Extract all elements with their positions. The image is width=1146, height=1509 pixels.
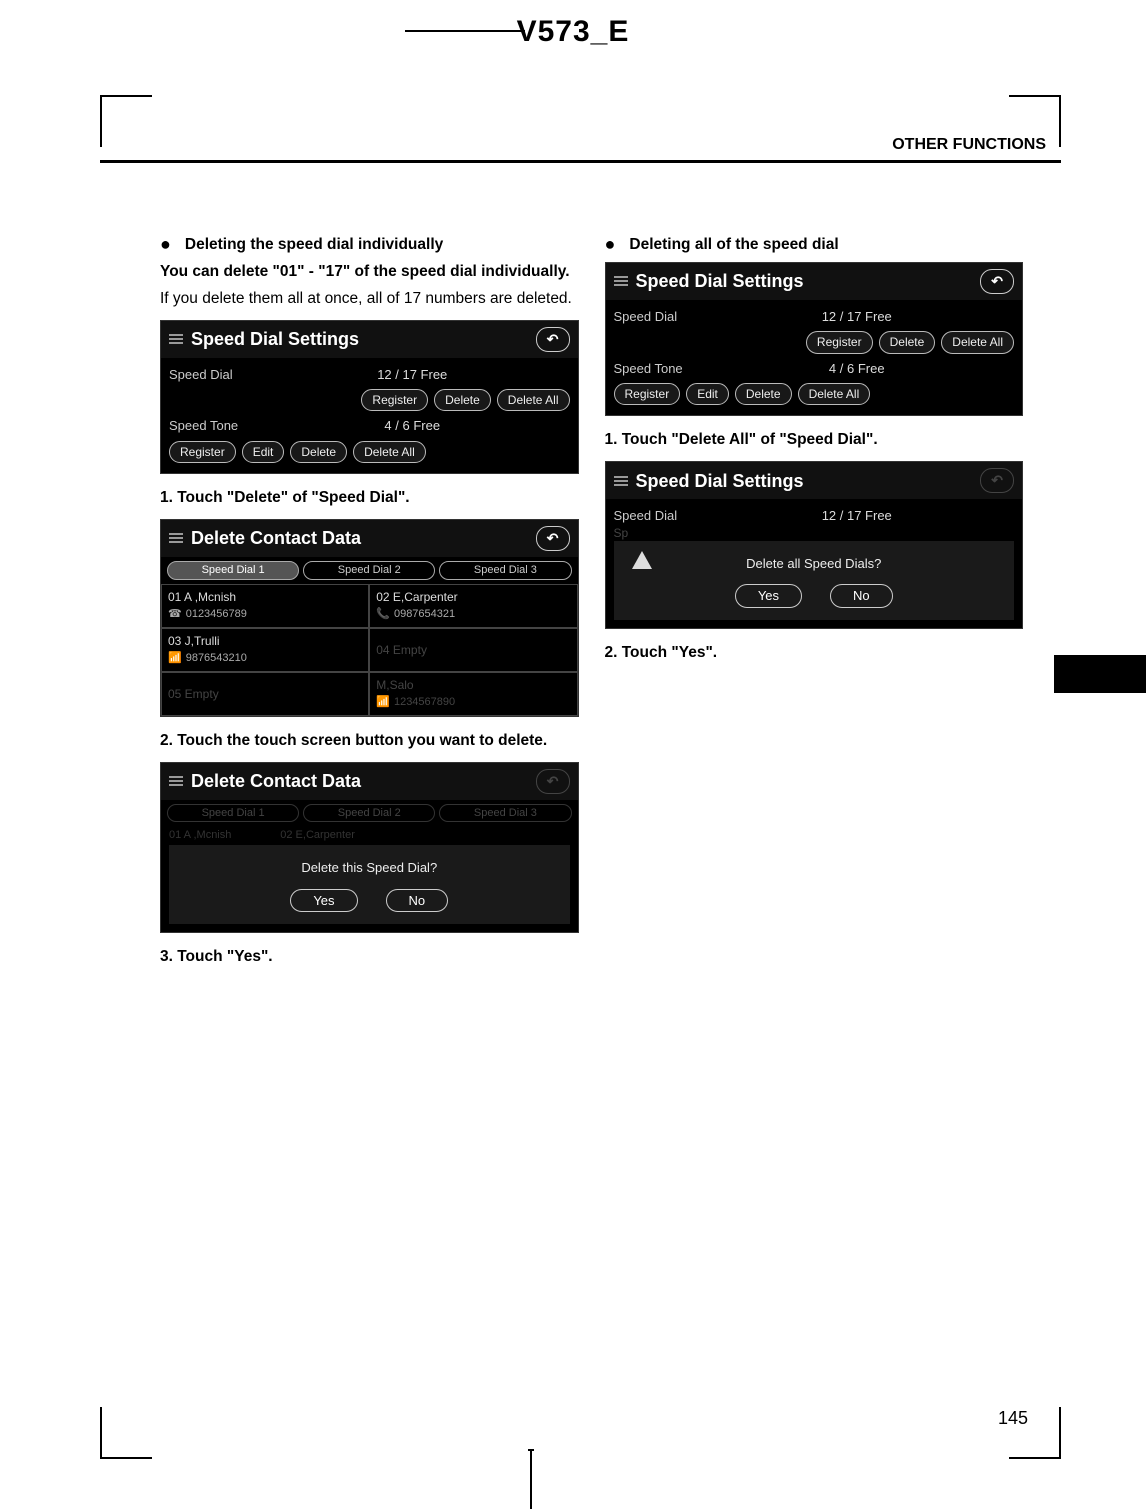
section-header: OTHER FUNCTIONS [892, 136, 1046, 154]
phone-icon: 📶 [376, 695, 390, 710]
list-icon [169, 533, 183, 543]
screenshot-speed-dial-settings: Speed Dial Settings ↶ Speed Dial 12 / 17… [160, 320, 579, 474]
speed-tone-count: 4 / 6 Free [255, 417, 570, 435]
right-step-1: 1. Touch "Delete All" of "Speed Dial". [605, 430, 1022, 451]
left-step-3: 3. Touch "Yes". [160, 947, 577, 968]
document-header: V573_E [0, 15, 1146, 49]
delete-button[interactable]: Delete [735, 383, 792, 405]
panel-title: Speed Dial Settings [636, 469, 804, 493]
contact-cell-empty: 04 Empty [369, 628, 577, 672]
back-icon[interactable]: ↶ [536, 327, 570, 352]
delete-button[interactable]: Delete [434, 389, 491, 411]
delete-button[interactable]: Delete [879, 331, 936, 353]
panel-title: Delete Contact Data [191, 526, 361, 550]
warning-icon [632, 551, 652, 569]
panel-title: Delete Contact Data [191, 769, 361, 793]
register-button[interactable]: Register [169, 441, 236, 463]
speed-dial-label: Speed Dial [169, 366, 249, 384]
left-step-2: 2. Touch the touch screen button you wan… [160, 731, 577, 752]
screenshot-delete-contact-data: Delete Contact Data ↶ Speed Dial 1 Speed… [160, 519, 579, 717]
screenshot-delete-confirm: Delete Contact Data ↶ Speed Dial 1 Speed… [160, 762, 579, 934]
tab-speed-dial-1: Speed Dial 1 [167, 804, 299, 823]
delete-all-button[interactable]: Delete All [353, 441, 426, 463]
side-tab [1054, 655, 1146, 693]
delete-button[interactable]: Delete [290, 441, 347, 463]
edit-button[interactable]: Edit [686, 383, 729, 405]
no-button[interactable]: No [386, 889, 449, 913]
no-button[interactable]: No [830, 584, 893, 608]
tab-speed-dial-2: Speed Dial 2 [303, 804, 435, 823]
register-button[interactable]: Register [614, 383, 681, 405]
delete-all-button[interactable]: Delete All [497, 389, 570, 411]
phone-icon: 📶 [168, 651, 182, 666]
panel-title: Speed Dial Settings [636, 269, 804, 293]
panel-title: Speed Dial Settings [191, 327, 359, 351]
right-bullet-title: Deleting all of the speed dial [629, 235, 1021, 256]
contact-cell: M,Salo 📶1234567890 [369, 672, 577, 716]
speed-tone-label: Speed Tone [169, 417, 249, 435]
delete-all-button[interactable]: Delete All [798, 383, 871, 405]
speed-dial-count: 12 / 17 Free [700, 507, 1015, 525]
screenshot-speed-dial-settings: Speed Dial Settings ↶ Speed Dial 12 / 17… [605, 262, 1024, 416]
tab-speed-dial-1[interactable]: Speed Dial 1 [167, 561, 299, 580]
left-intro-bold: You can delete "01" - "17" of the speed … [160, 262, 577, 283]
back-icon: ↶ [980, 468, 1014, 493]
right-step-2: 2. Touch "Yes". [605, 643, 1022, 664]
contact-cell-empty: 05 Empty [161, 672, 369, 716]
contact-cell[interactable]: 02 E,Carpenter 📞0987654321 [369, 584, 577, 628]
list-icon [614, 276, 628, 286]
phone-icon: 📞 [376, 607, 390, 622]
contact-cell[interactable]: 03 J,Trulli 📶9876543210 [161, 628, 369, 672]
speed-dial-count: 12 / 17 Free [700, 308, 1015, 326]
bullet-icon: ● [605, 235, 616, 256]
left-intro-reg: If you delete them all at once, all of 1… [160, 289, 577, 310]
back-icon[interactable]: ↶ [980, 269, 1014, 294]
dimmed-row: 01 A ,Mcnish 02 E,Carpenter [161, 826, 578, 845]
speed-dial-label: Speed Dial [614, 507, 694, 525]
delete-all-button[interactable]: Delete All [941, 331, 1014, 353]
list-icon [169, 334, 183, 344]
list-icon [614, 476, 628, 486]
dimmed-sp-label: Sp [606, 525, 1023, 541]
yes-button[interactable]: Yes [735, 584, 802, 608]
yes-button[interactable]: Yes [290, 889, 357, 913]
edit-button[interactable]: Edit [242, 441, 285, 463]
speed-tone-count: 4 / 6 Free [700, 360, 1015, 378]
tab-speed-dial-2[interactable]: Speed Dial 2 [303, 561, 435, 580]
left-step-1: 1. Touch "Delete" of "Speed Dial". [160, 488, 577, 509]
register-button[interactable]: Register [361, 389, 428, 411]
speed-dial-label: Speed Dial [614, 308, 694, 326]
bullet-icon: ● [160, 235, 171, 256]
tab-speed-dial-3[interactable]: Speed Dial 3 [439, 561, 571, 580]
speed-dial-count: 12 / 17 Free [255, 366, 570, 384]
contact-cell[interactable]: 01 A ,Mcnish ☎0123456789 [161, 584, 369, 628]
back-icon[interactable]: ↶ [536, 526, 570, 551]
phone-icon: ☎ [168, 607, 182, 622]
register-button[interactable]: Register [806, 331, 873, 353]
screenshot-delete-all-confirm: Speed Dial Settings ↶ Speed Dial 12 / 17… [605, 461, 1024, 629]
back-icon: ↶ [536, 769, 570, 794]
left-bullet-title: Deleting the speed dial individually [185, 235, 577, 256]
speed-tone-label: Speed Tone [614, 360, 694, 378]
dialog-text: Delete all Speed Dials? [746, 555, 881, 573]
dialog-text: Delete this Speed Dial? [301, 859, 437, 877]
list-icon [169, 776, 183, 786]
page-number: 145 [998, 1408, 1028, 1429]
tab-speed-dial-3: Speed Dial 3 [439, 804, 571, 823]
